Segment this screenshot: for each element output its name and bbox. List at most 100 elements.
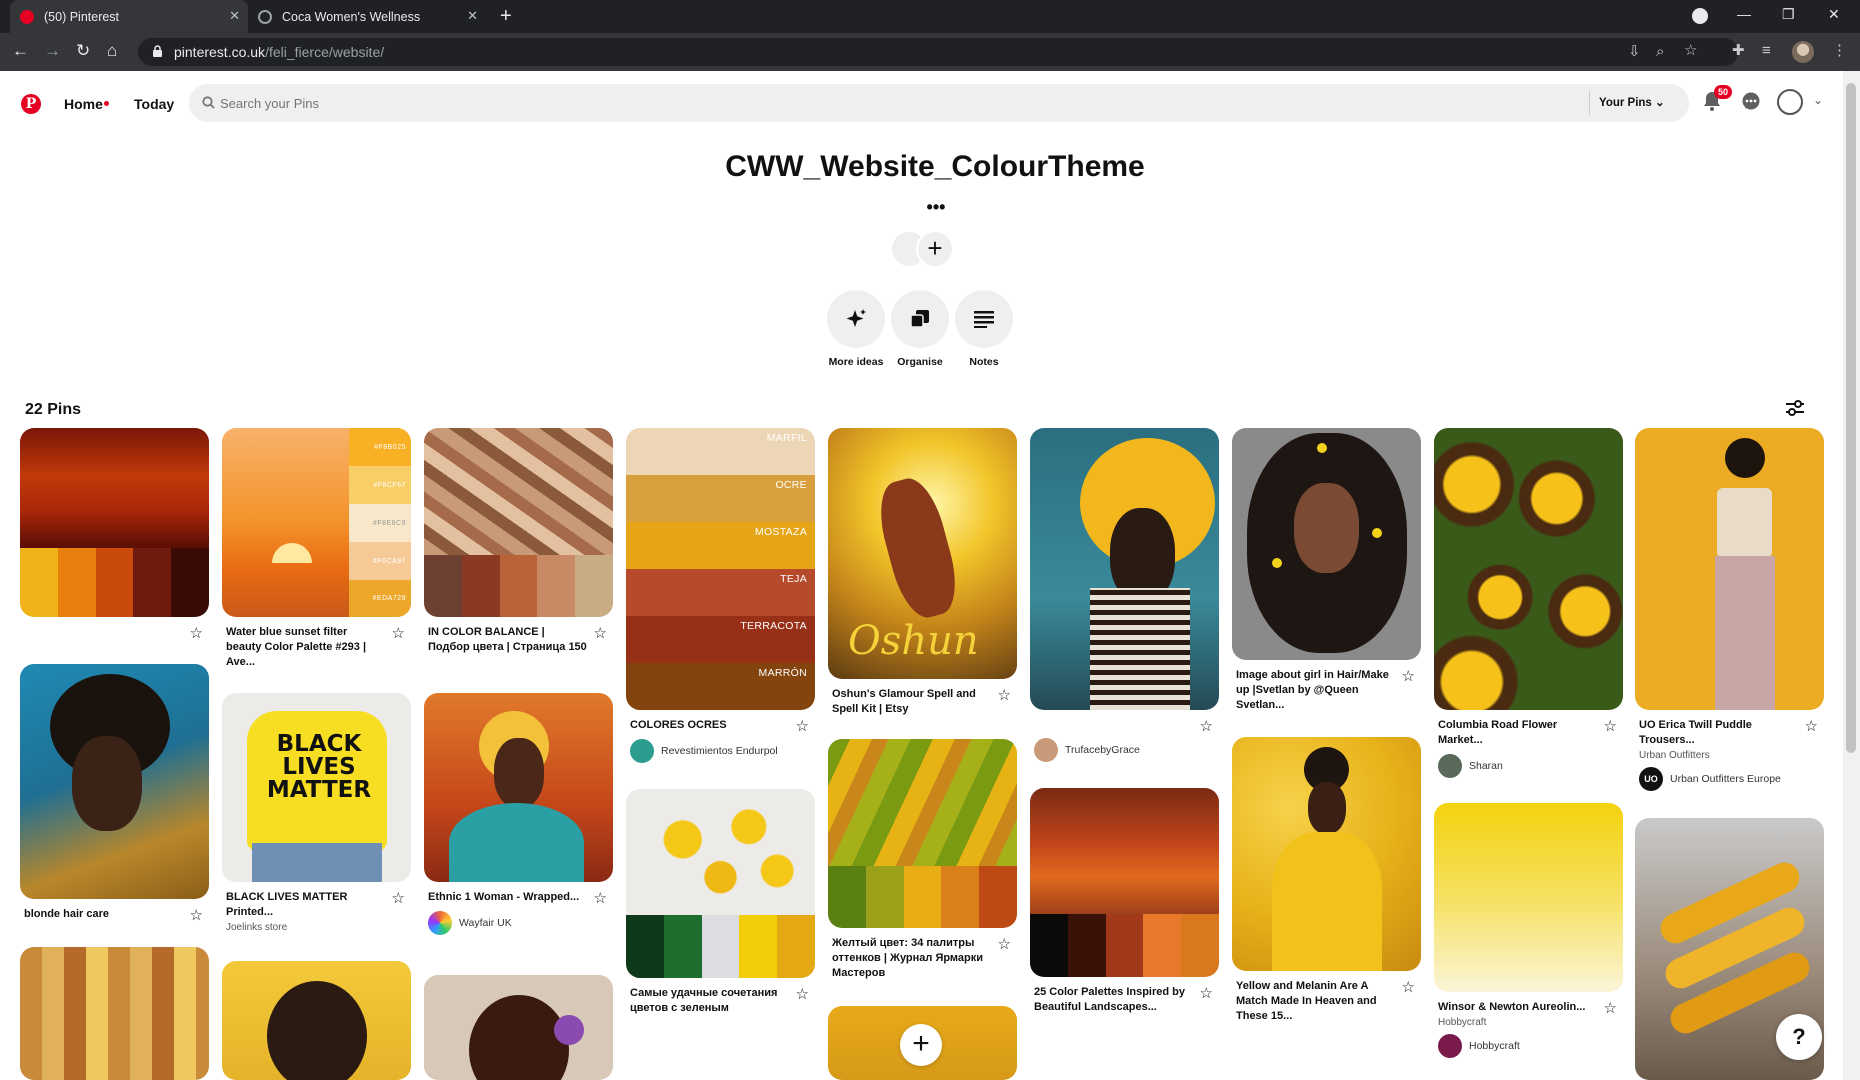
- pin-image[interactable]: [626, 789, 815, 978]
- pin-image[interactable]: [828, 739, 1017, 928]
- pin-image[interactable]: [1434, 803, 1623, 992]
- save-star-icon[interactable]: ☆: [1604, 999, 1617, 1017]
- restore-icon[interactable]: ❐: [1782, 6, 1795, 23]
- pin-image[interactable]: BLACK LIVES MATTER: [222, 693, 411, 882]
- pin-card[interactable]: BLACK LIVES MATTER BLACK LIVES MATTER Pr…: [222, 693, 411, 933]
- pin-card[interactable]: [20, 947, 209, 1080]
- zoom-icon[interactable]: ⌕: [1656, 43, 1664, 61]
- pin-image[interactable]: [20, 947, 209, 1080]
- pin-owner[interactable]: Revestimientos Endurpol: [626, 739, 815, 763]
- pin-card[interactable]: TrufacebyGrace ☆: [1030, 428, 1219, 762]
- pin-card[interactable]: IN COLOR BALANCE | Подбор цвета | Страни…: [424, 428, 613, 655]
- your-pins-dropdown[interactable]: Your Pins ⌄: [1599, 95, 1665, 109]
- tab-search-icon[interactable]: [1692, 8, 1708, 24]
- messages-icon[interactable]: [1741, 92, 1761, 112]
- pin-card[interactable]: UO Erica Twill Puddle Trousers... Urban …: [1635, 428, 1824, 791]
- add-collaborator-button[interactable]: +: [916, 230, 954, 268]
- save-star-icon[interactable]: ☆: [594, 889, 607, 907]
- save-star-icon[interactable]: ☆: [594, 624, 607, 642]
- pin-image[interactable]: [424, 975, 613, 1080]
- save-star-icon[interactable]: ☆: [796, 717, 809, 735]
- pin-owner[interactable]: Sharan: [1434, 754, 1623, 778]
- page-scrollbar[interactable]: [1843, 71, 1860, 1080]
- pin-image[interactable]: [222, 961, 411, 1080]
- install-icon[interactable]: ⇩: [1628, 43, 1641, 61]
- pin-owner[interactable]: Hobbycraft: [1434, 1034, 1623, 1058]
- pin-card[interactable]: Самые удачные сочетания цветов с зеленым…: [626, 789, 815, 1016]
- pin-image[interactable]: [424, 428, 613, 617]
- pin-owner[interactable]: Wayfair UK: [424, 911, 613, 935]
- pin-image[interactable]: [1030, 428, 1219, 710]
- address-bar[interactable]: pinterest.co.uk/feli_fierce/website/ ⇩ ⌕…: [138, 38, 1738, 66]
- account-chevron-down-icon[interactable]: ⌄: [1813, 93, 1823, 107]
- forward-icon[interactable]: →: [44, 41, 61, 61]
- pin-card[interactable]: Yellow and Melanin Are A Match Made In H…: [1232, 737, 1421, 1024]
- pin-card[interactable]: [222, 961, 411, 1080]
- home-icon[interactable]: ⌂: [107, 41, 117, 61]
- save-star-icon[interactable]: ☆: [1200, 717, 1213, 735]
- new-tab-icon[interactable]: +: [500, 5, 512, 27]
- pin-card[interactable]: [424, 975, 613, 1080]
- pin-image[interactable]: MARFIL OCRE MOSTAZA TEJA TERRACOTA MARRÓ…: [626, 428, 815, 710]
- save-star-icon[interactable]: ☆: [1805, 717, 1818, 735]
- save-star-icon[interactable]: ☆: [190, 906, 203, 924]
- chrome-menu-icon[interactable]: ⋮: [1832, 42, 1847, 60]
- pin-card[interactable]: 25 Color Palettes Inspired by Beautiful …: [1030, 788, 1219, 1015]
- search-input[interactable]: [220, 93, 1520, 113]
- board-options-button[interactable]: •••: [924, 198, 948, 222]
- browser-profile-avatar[interactable]: [1792, 41, 1814, 63]
- pin-image[interactable]: [20, 664, 209, 899]
- tab-pinterest[interactable]: (50) Pinterest ✕: [10, 0, 248, 33]
- notes-button[interactable]: Notes: [955, 290, 1013, 368]
- pin-image[interactable]: [424, 693, 613, 882]
- nav-today[interactable]: Today: [134, 96, 174, 112]
- extensions-icon[interactable]: ✚: [1732, 42, 1745, 60]
- help-button[interactable]: ?: [1776, 1014, 1822, 1060]
- pin-image[interactable]: [1232, 428, 1421, 660]
- save-star-icon[interactable]: ☆: [1604, 717, 1617, 735]
- pin-owner[interactable]: UO Urban Outfitters Europe: [1635, 767, 1824, 791]
- pin-card[interactable]: Ethnic 1 Woman - Wrapped... Wayfair UK ☆: [424, 693, 613, 935]
- pin-image[interactable]: [1635, 428, 1824, 710]
- pin-card[interactable]: #F8B025 #F8CF67 #F8E8C9 #F6CA97 #EDA729 …: [222, 428, 411, 670]
- reload-icon[interactable]: ↻: [76, 41, 90, 61]
- back-icon[interactable]: ←: [12, 41, 29, 61]
- close-tab-icon[interactable]: ✕: [229, 9, 240, 23]
- scrollbar-thumb[interactable]: [1846, 83, 1856, 753]
- tab-coca-womens-wellness[interactable]: Coca Women's Wellness ✕: [248, 0, 486, 33]
- bookmark-star-icon[interactable]: ☆: [1684, 42, 1697, 60]
- pinterest-logo-icon[interactable]: P: [21, 94, 41, 114]
- pin-owner[interactable]: TrufacebyGrace: [1030, 738, 1219, 762]
- save-star-icon[interactable]: ☆: [1200, 984, 1213, 1002]
- pin-card[interactable]: ☆: [20, 428, 209, 642]
- filter-sliders-icon[interactable]: [1786, 400, 1804, 416]
- pin-card[interactable]: Oshun Oshun's Glamour Spell and Spell Ki…: [828, 428, 1017, 717]
- save-star-icon[interactable]: ☆: [1402, 978, 1415, 996]
- pin-card[interactable]: blonde hair care ☆: [20, 664, 209, 924]
- minimize-icon[interactable]: —: [1737, 6, 1751, 22]
- pin-image[interactable]: [1030, 788, 1219, 977]
- more-ideas-button[interactable]: More ideas: [827, 290, 885, 368]
- pin-image[interactable]: [20, 428, 209, 617]
- pin-card[interactable]: Желтый цвет: 34 палитры оттенков | Журна…: [828, 739, 1017, 981]
- pin-card[interactable]: Columbia Road Flower Market... Sharan ☆: [1434, 428, 1623, 778]
- close-window-icon[interactable]: ✕: [1828, 6, 1840, 23]
- save-star-icon[interactable]: ☆: [998, 686, 1011, 704]
- save-star-icon[interactable]: ☆: [392, 889, 405, 907]
- nav-home[interactable]: Home: [64, 96, 103, 112]
- save-star-icon[interactable]: ☆: [998, 935, 1011, 953]
- pin-image[interactable]: Oshun: [828, 428, 1017, 679]
- user-avatar[interactable]: [1777, 89, 1803, 115]
- pin-card[interactable]: MARFIL OCRE MOSTAZA TEJA TERRACOTA MARRÓ…: [626, 428, 815, 763]
- pin-card[interactable]: Winsor & Newton Aureolin... Hobbycraft H…: [1434, 803, 1623, 1058]
- pin-image[interactable]: #F8B025 #F8CF67 #F8E8C9 #F6CA97 #EDA729: [222, 428, 411, 617]
- pin-image[interactable]: [1232, 737, 1421, 971]
- save-star-icon[interactable]: ☆: [392, 624, 405, 642]
- media-control-icon[interactable]: ≡: [1762, 42, 1771, 60]
- pin-image[interactable]: [1434, 428, 1623, 710]
- save-star-icon[interactable]: ☆: [796, 985, 809, 1003]
- close-tab-icon[interactable]: ✕: [467, 9, 478, 23]
- search-bar[interactable]: Your Pins ⌄: [189, 84, 1689, 122]
- add-pin-button[interactable]: +: [900, 1024, 942, 1066]
- save-star-icon[interactable]: ☆: [1402, 667, 1415, 685]
